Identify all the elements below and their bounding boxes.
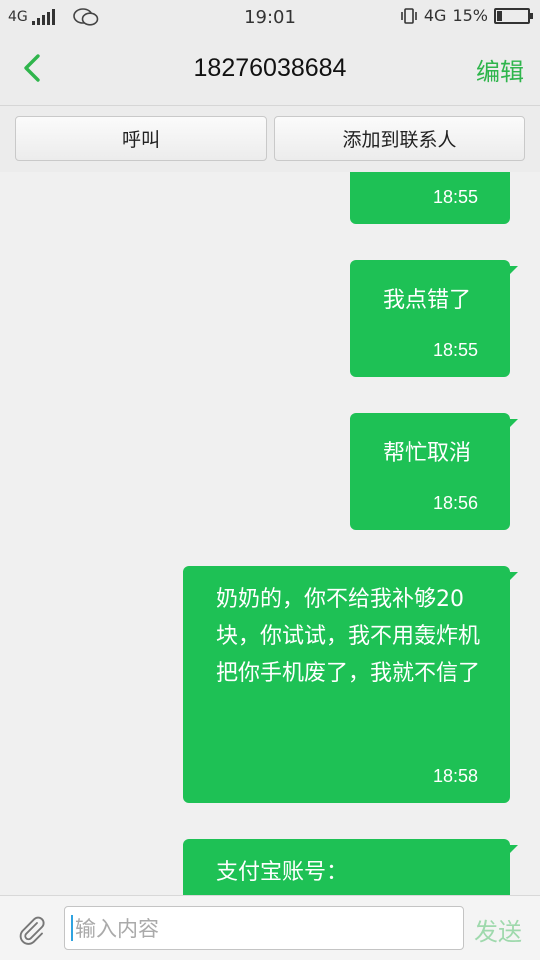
bubble-tail (510, 572, 518, 580)
message-input-placeholder: 输入内容 (75, 917, 159, 941)
message-text: 帮忙取消 (383, 441, 472, 466)
conversation-header: 18276038684 编辑 (0, 34, 540, 106)
message-time: 18:55 (432, 187, 478, 207)
add-contact-button[interactable]: 添加到联系人 (274, 116, 525, 161)
contact-number: 18276038684 (193, 54, 347, 82)
battery-icon (494, 7, 533, 24)
vibrate-icon (401, 7, 417, 24)
message-time: 18:58 (432, 766, 478, 786)
message-list[interactable]: 18:55 我点错了 18:55 帮忙取消 18:56 奶奶的，你不给我补够20… (0, 172, 540, 895)
message-text: 奶奶的，你不给我补够20块，你试试，我不用轰炸机把你手机废了，我就不信了 (216, 587, 481, 686)
paperclip-icon[interactable] (16, 914, 48, 946)
message-bubble[interactable]: 18:55 (350, 172, 510, 224)
back-chevron-icon[interactable] (18, 50, 48, 86)
message-bubble[interactable]: 帮忙取消 18:56 (350, 413, 518, 530)
message-time: 18:55 (432, 340, 478, 360)
composer-bar: 输入内容 发送 (0, 895, 540, 960)
status-bar: 4G 19:01 4G 15% (0, 0, 540, 34)
message-text: 支付宝账号： (216, 860, 349, 885)
edit-button[interactable]: 编辑 (476, 52, 524, 87)
message-bubble[interactable]: 支付宝账号： (183, 839, 518, 895)
bubble-tail (510, 845, 518, 853)
action-bar: 呼叫 添加到联系人 (0, 106, 540, 172)
bubble-tail (510, 419, 518, 427)
network-type-right: 4G (423, 6, 447, 25)
message-text: 我点错了 (383, 288, 472, 313)
send-button[interactable]: 发送 (474, 912, 522, 947)
bubble-tail (510, 266, 518, 274)
message-bubble[interactable]: 我点错了 18:55 (350, 260, 518, 377)
message-time: 18:56 (432, 493, 478, 513)
message-bubble[interactable]: 奶奶的，你不给我补够20块，你试试，我不用轰炸机把你手机废了，我就不信了 18:… (183, 566, 518, 803)
call-button[interactable]: 呼叫 (15, 116, 267, 161)
message-input[interactable]: 输入内容 (64, 906, 464, 950)
status-right: 4G 15% (400, 6, 533, 25)
text-caret (71, 915, 73, 941)
battery-level (497, 10, 502, 21)
battery-percent: 15% (452, 6, 488, 25)
